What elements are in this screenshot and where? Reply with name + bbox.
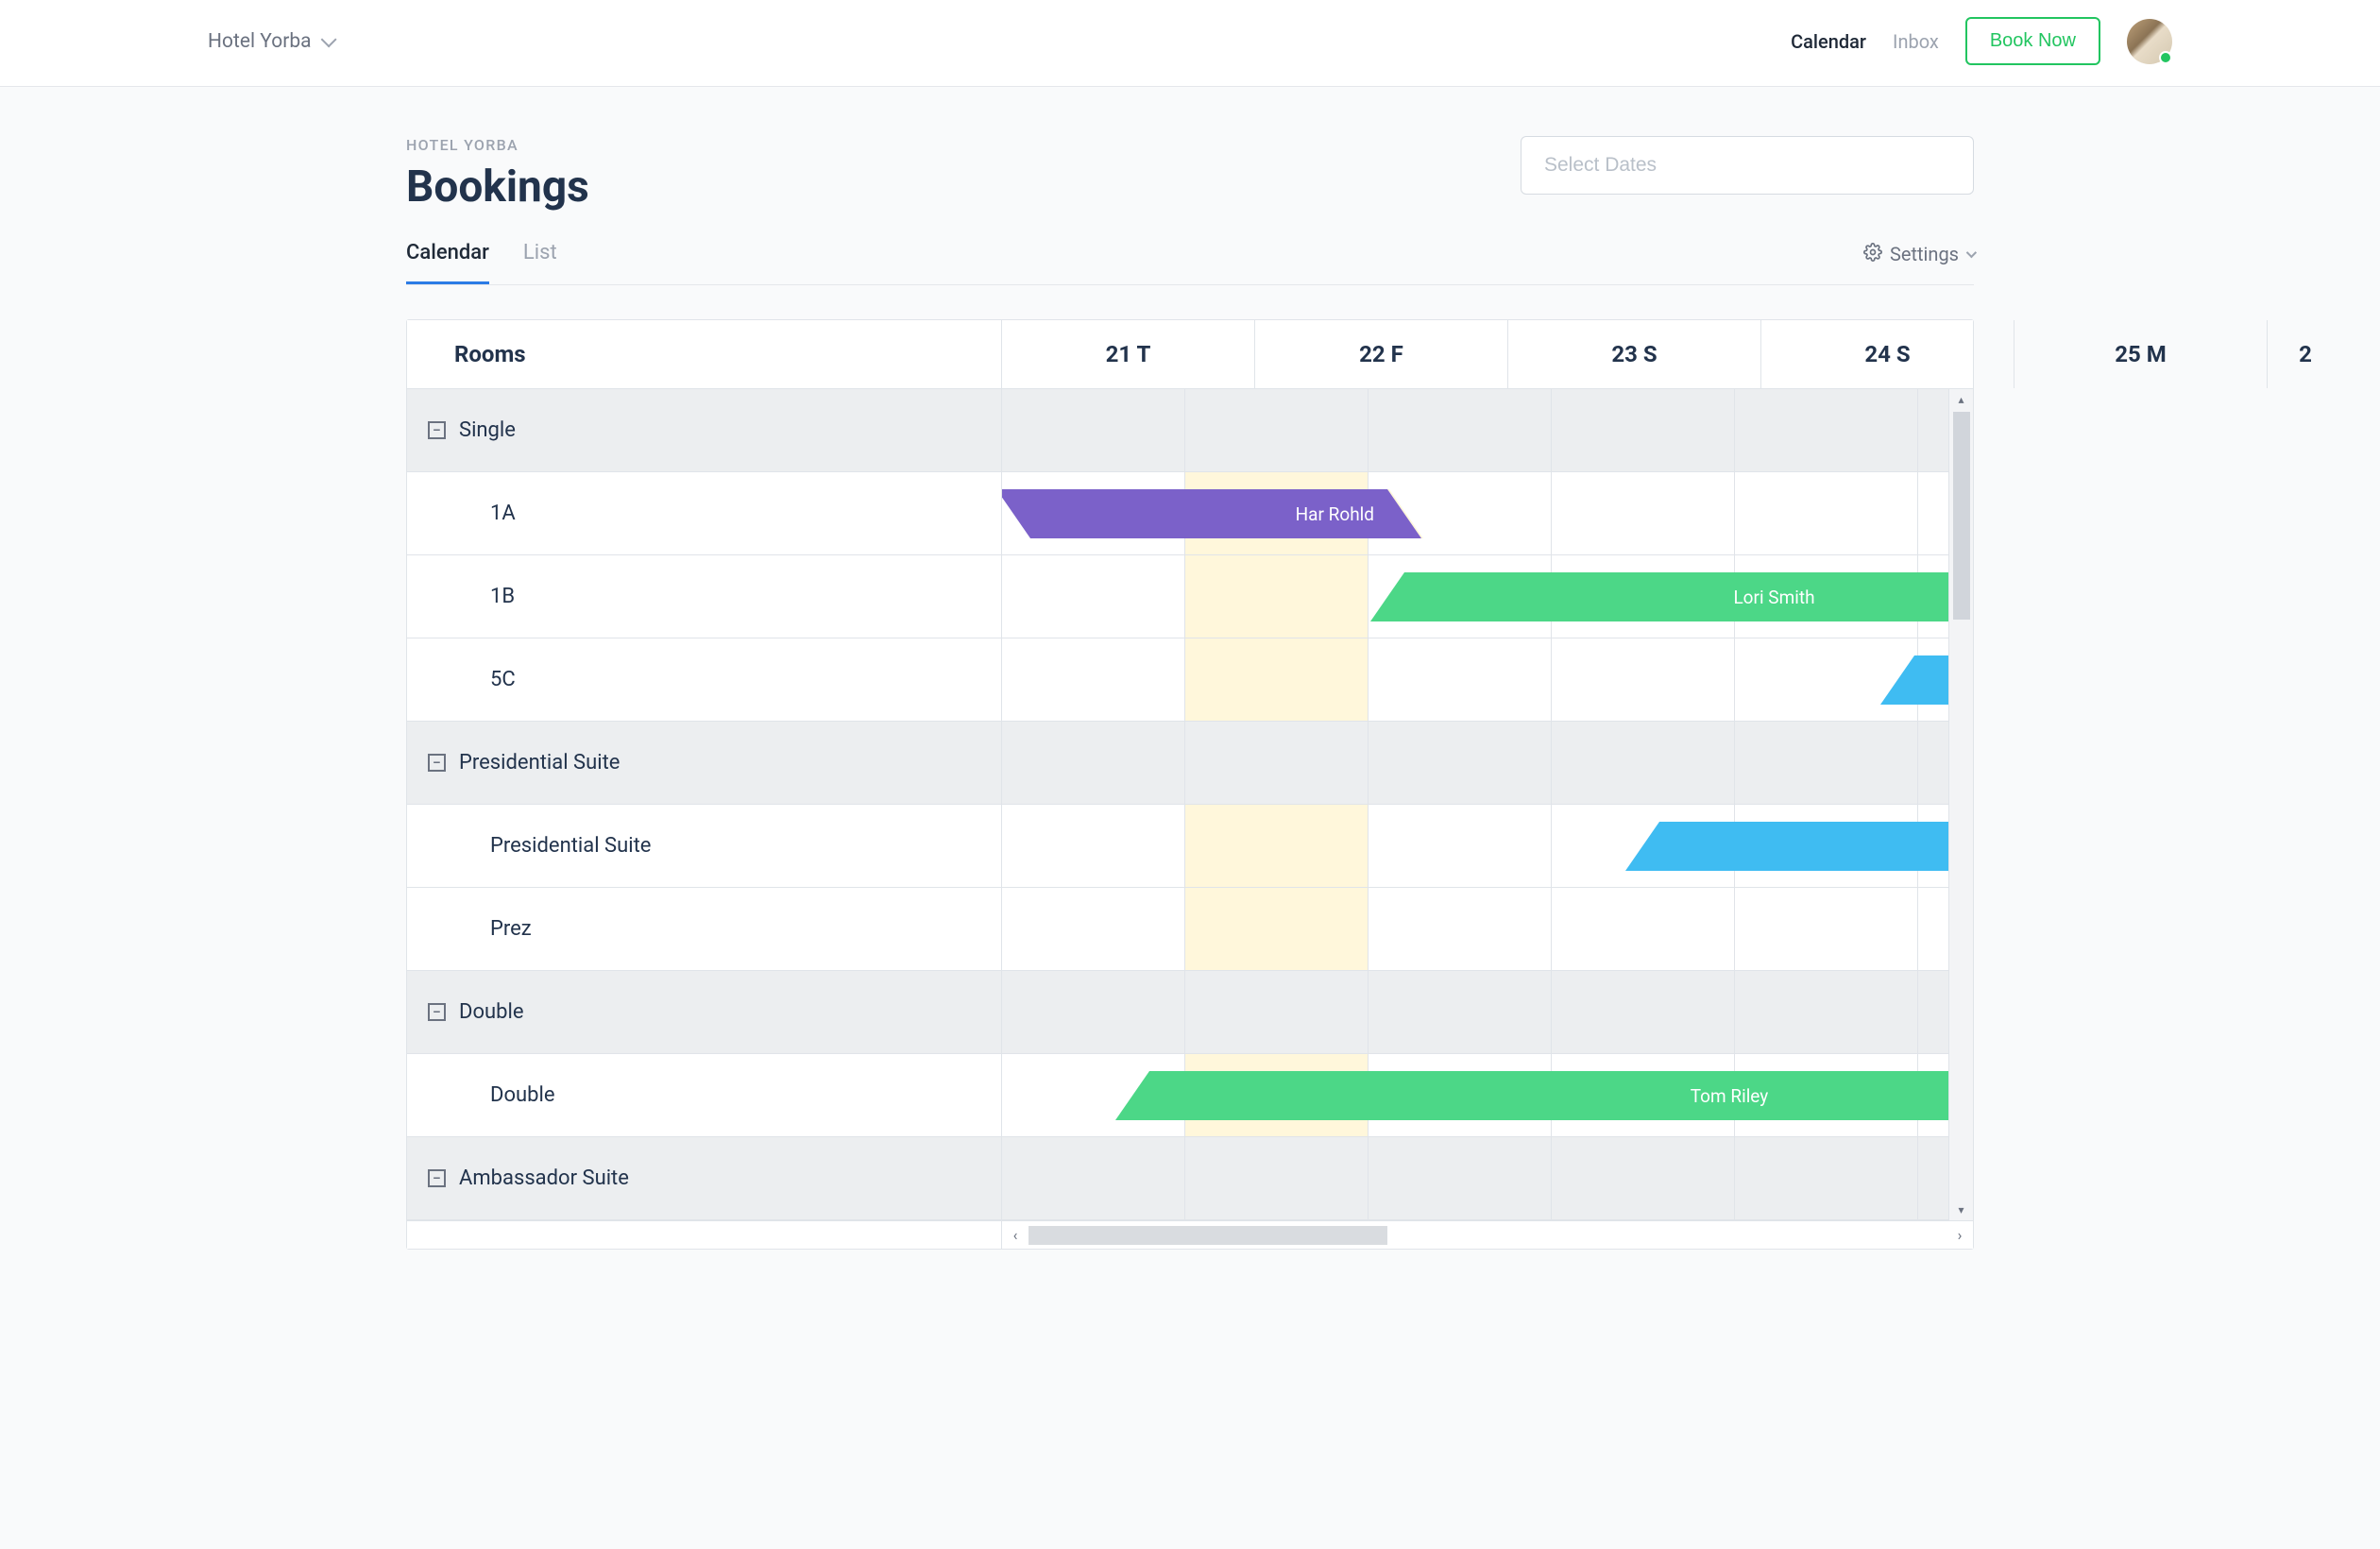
chevron-down-icon — [320, 31, 336, 47]
scroll-left-icon[interactable]: ‹ — [1002, 1226, 1028, 1244]
booking-bar[interactable]: Lori Smith — [1370, 572, 1973, 621]
nav-calendar[interactable]: Calendar — [1791, 30, 1866, 53]
scroll-up-icon[interactable]: ▴ — [1949, 389, 1973, 410]
booking-bar[interactable]: Har Rohld — [1002, 489, 1421, 538]
room-item[interactable]: Prez — [407, 888, 1001, 971]
status-online-dot — [2159, 51, 2172, 64]
date-select[interactable]: Select Dates — [1521, 136, 1974, 195]
room-item[interactable]: 1B — [407, 555, 1001, 638]
nav-inbox[interactable]: Inbox — [1893, 30, 1939, 53]
vertical-scrollbar[interactable]: ▴ ▾ — [1948, 389, 1973, 1220]
tab-calendar[interactable]: Calendar — [406, 241, 489, 284]
settings-dropdown[interactable]: Settings — [1863, 243, 1974, 283]
room-group[interactable]: Double — [407, 971, 1001, 1054]
rooms-header: Rooms — [407, 320, 1002, 388]
collapse-icon[interactable] — [428, 421, 446, 439]
book-now-button[interactable]: Book Now — [1965, 17, 2100, 65]
scroll-right-icon[interactable]: › — [1946, 1226, 1973, 1244]
scrollbar-thumb[interactable] — [1953, 412, 1970, 620]
room-item[interactable]: 5C — [407, 638, 1001, 722]
room-group[interactable]: Presidential Suite — [407, 722, 1001, 805]
page-subtitle: HOTEL YORBA — [406, 136, 589, 154]
room-item[interactable]: Presidential Suite — [407, 805, 1001, 888]
day-header[interactable]: 25 M — [2014, 320, 2268, 388]
settings-label: Settings — [1890, 243, 1959, 265]
horizontal-scrollbar[interactable]: ‹ › — [407, 1220, 1973, 1249]
collapse-icon[interactable] — [428, 1003, 446, 1021]
room-group[interactable]: Single — [407, 389, 1001, 472]
room-item[interactable]: Double — [407, 1054, 1001, 1137]
collapse-icon[interactable] — [428, 754, 446, 772]
tab-list[interactable]: List — [523, 241, 557, 284]
room-group[interactable]: Ambassador Suite — [407, 1137, 1001, 1220]
page-title: Bookings — [406, 162, 589, 213]
collapse-icon[interactable] — [428, 1169, 446, 1187]
day-header[interactable]: 21 T — [1002, 320, 1255, 388]
topbar: Hotel Yorba Calendar Inbox Book Now — [0, 0, 2380, 87]
avatar[interactable] — [2127, 19, 2172, 64]
room-item[interactable]: 1A — [407, 472, 1001, 555]
scroll-down-icon[interactable]: ▾ — [1949, 1200, 1973, 1220]
scrollbar-thumb[interactable] — [1028, 1226, 1387, 1245]
calendar-grid: Rooms 21 T 22 F 23 S 24 S 25 M 2 Single … — [406, 319, 1974, 1250]
day-header[interactable]: 2 — [2268, 320, 2343, 388]
booking-bar[interactable]: David Kleinfeld — [1625, 822, 1973, 871]
booking-label: Tom Riley — [1674, 1085, 1786, 1107]
gear-icon — [1863, 243, 1882, 266]
day-header[interactable]: 24 S — [1761, 320, 2014, 388]
day-header[interactable]: 22 F — [1255, 320, 1508, 388]
day-header[interactable]: 23 S — [1508, 320, 1761, 388]
booking-bar[interactable]: Tom Riley — [1115, 1071, 1973, 1120]
hotel-name: Hotel Yorba — [208, 30, 312, 53]
booking-label: Lori Smith — [1716, 587, 1831, 608]
hotel-selector[interactable]: Hotel Yorba — [208, 30, 332, 53]
chevron-down-icon — [1966, 247, 1977, 258]
